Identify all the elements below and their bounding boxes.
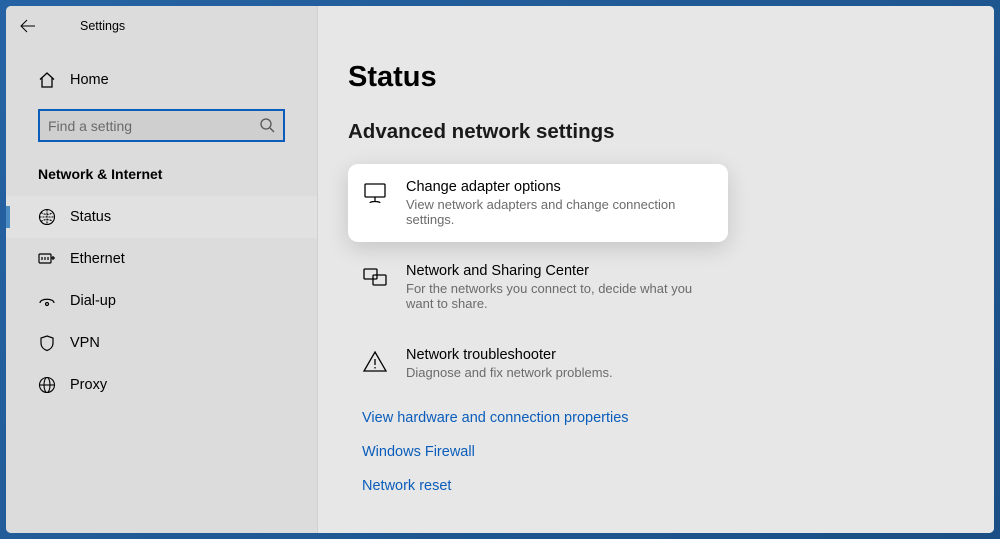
back-button[interactable] bbox=[6, 6, 50, 46]
globe-sphere-icon bbox=[38, 208, 56, 226]
search-input[interactable] bbox=[48, 118, 260, 134]
sidebar-item-label: Ethernet bbox=[70, 251, 125, 267]
page-title: Status bbox=[348, 61, 994, 94]
globe-icon bbox=[38, 376, 56, 394]
help-from-web-title: Help from the web bbox=[348, 503, 994, 533]
sidebar-item-vpn[interactable]: VPN bbox=[6, 322, 317, 364]
ethernet-icon bbox=[38, 250, 56, 268]
option-title: Network and Sharing Center bbox=[406, 263, 714, 279]
sidebar-home[interactable]: Home bbox=[6, 61, 317, 99]
window-title: Settings bbox=[80, 19, 125, 33]
link-network-reset[interactable]: Network reset bbox=[348, 469, 994, 503]
dialup-icon bbox=[38, 292, 56, 310]
content-area: Status Advanced network settings Change … bbox=[318, 6, 994, 533]
sidebar-item-status[interactable]: Status bbox=[6, 196, 317, 238]
sidebar: Home Network & Internet Status bbox=[6, 6, 318, 533]
shield-icon bbox=[38, 334, 56, 352]
link-windows-firewall[interactable]: Windows Firewall bbox=[348, 435, 994, 469]
option-sharing-center[interactable]: Network and Sharing Center For the netwo… bbox=[348, 248, 728, 326]
option-title: Change adapter options bbox=[406, 179, 714, 195]
section-title: Advanced network settings bbox=[348, 120, 994, 144]
option-change-adapter[interactable]: Change adapter options View network adap… bbox=[348, 164, 728, 242]
sidebar-home-label: Home bbox=[70, 72, 109, 88]
link-hardware-properties[interactable]: View hardware and connection properties bbox=[348, 401, 994, 435]
sidebar-item-label: Status bbox=[70, 209, 111, 225]
sidebar-item-label: Dial-up bbox=[70, 293, 116, 309]
option-desc: Diagnose and fix network problems. bbox=[406, 365, 613, 380]
search-box[interactable] bbox=[38, 109, 285, 142]
sidebar-item-ethernet[interactable]: Ethernet bbox=[6, 238, 317, 280]
sidebar-item-label: VPN bbox=[70, 335, 100, 351]
monitor-network-icon bbox=[362, 181, 388, 207]
option-troubleshooter[interactable]: Network troubleshooter Diagnose and fix … bbox=[348, 332, 728, 395]
sidebar-item-dialup[interactable]: Dial-up bbox=[6, 280, 317, 322]
sharing-center-icon bbox=[362, 265, 388, 291]
settings-window: Settings Home bbox=[6, 6, 994, 533]
option-title: Network troubleshooter bbox=[406, 347, 613, 363]
warning-icon bbox=[362, 349, 388, 375]
sidebar-item-proxy[interactable]: Proxy bbox=[6, 364, 317, 406]
option-desc: For the networks you connect to, decide … bbox=[406, 281, 714, 311]
sidebar-category: Network & Internet bbox=[6, 160, 317, 196]
sidebar-item-label: Proxy bbox=[70, 377, 107, 393]
home-icon bbox=[38, 71, 56, 89]
arrow-left-icon bbox=[20, 18, 36, 34]
search-icon bbox=[260, 118, 275, 133]
option-desc: View network adapters and change connect… bbox=[406, 197, 714, 227]
